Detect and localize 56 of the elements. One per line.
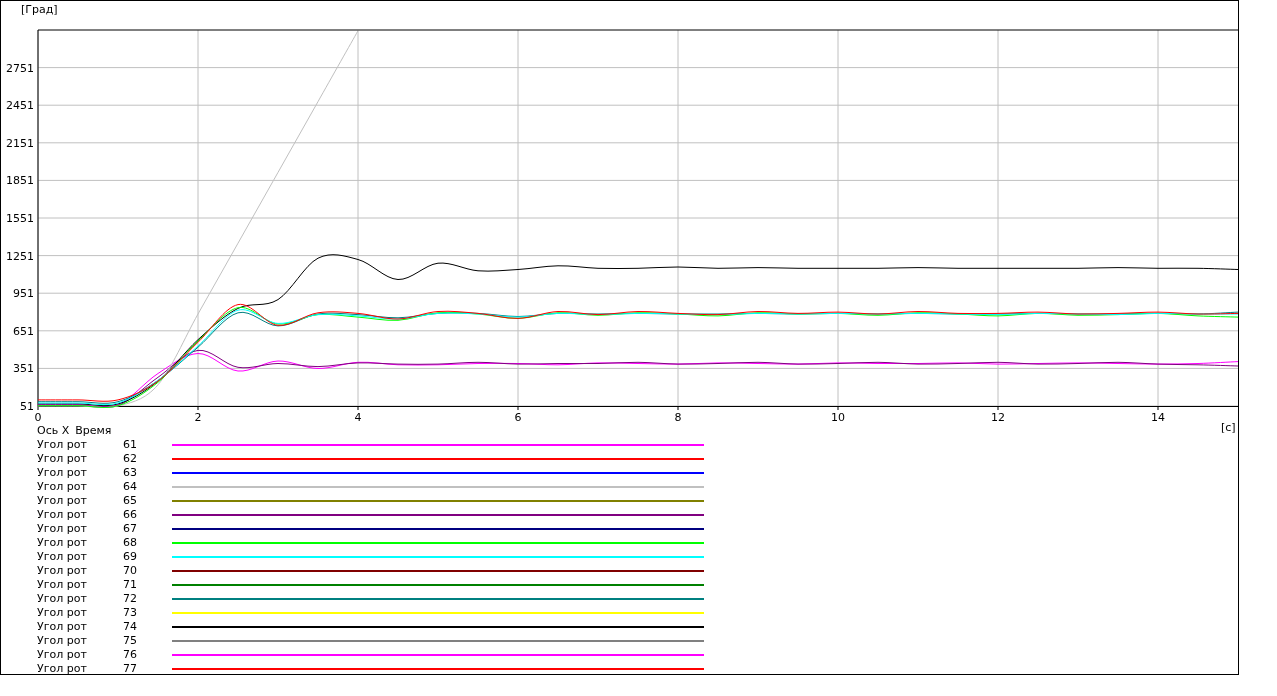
legend-label: Угол рот xyxy=(37,620,88,634)
legend-label: Угол рот xyxy=(37,634,88,648)
y-tick-label: 1851 xyxy=(6,174,34,188)
y-tick-label: 951 xyxy=(13,287,34,301)
legend-number: 75 xyxy=(123,634,138,648)
legend-number: 77 xyxy=(123,662,138,676)
legend-label: Угол рот xyxy=(37,508,88,522)
legend-number: 62 xyxy=(123,452,138,466)
legend-label: Угол рот xyxy=(37,536,88,550)
legend-number: 71 xyxy=(123,578,138,592)
y-tick-label: 651 xyxy=(13,324,34,338)
y-tick-label: 2751 xyxy=(6,61,34,75)
x-tick-label: 10 xyxy=(831,411,845,424)
x-tick-label: 4 xyxy=(354,411,362,424)
legend-label: Угол рот xyxy=(37,606,88,620)
x-tick-label: 6 xyxy=(514,411,522,424)
legend-label: Угол рот xyxy=(37,592,88,606)
legend-label: Угол рот xyxy=(37,438,88,452)
x-tick-label: 8 xyxy=(674,411,682,424)
y-tick-label: 2451 xyxy=(6,99,34,113)
legend-number: 74 xyxy=(123,620,138,634)
legend-label: Угол рот xyxy=(37,662,88,676)
legend-number: 65 xyxy=(123,494,138,508)
legend-label: Угол рот xyxy=(37,578,88,592)
legend-number: 69 xyxy=(123,550,138,564)
legend-number: 61 xyxy=(123,438,138,452)
legend-number: 67 xyxy=(123,522,138,536)
legend-label: Угол рот xyxy=(37,480,88,494)
legend-number: 66 xyxy=(123,508,138,522)
y-tick-label: 1251 xyxy=(6,249,34,263)
x-tick-label: 2 xyxy=(194,411,202,424)
legend-label: Угол рот xyxy=(37,648,88,662)
axis-quantity: Время xyxy=(75,424,112,438)
y-tick-label: 51 xyxy=(20,400,34,413)
legend-number: 64 xyxy=(123,480,138,494)
legend-number: 68 xyxy=(123,536,138,550)
legend-number: 72 xyxy=(123,592,138,606)
legend-number: 73 xyxy=(123,606,138,620)
legend-number: 63 xyxy=(123,466,138,480)
legend-label: Угол рот xyxy=(37,564,88,578)
x-tick-label: 14 xyxy=(1151,411,1165,424)
legend-label: Угол рот xyxy=(37,550,88,564)
y-tick-label: 1551 xyxy=(6,212,34,225)
axis-caption: Ось X xyxy=(37,424,70,438)
y-axis-unit: [Град] xyxy=(21,3,58,16)
y-tick-label: 2151 xyxy=(6,136,34,150)
legend-number: 70 xyxy=(123,564,138,578)
legend-label: Угол рот xyxy=(37,522,88,536)
legend-label: Угол рот xyxy=(37,452,88,466)
x-axis-unit: [с] xyxy=(1221,421,1236,433)
x-tick-label: 0 xyxy=(34,411,42,424)
y-tick-label: 351 xyxy=(13,362,34,376)
legend-label: Угол рот xyxy=(37,494,88,508)
x-tick-label: 12 xyxy=(991,411,1005,424)
legend-label: Угол рот xyxy=(37,466,88,480)
legend-number: 76 xyxy=(123,648,138,662)
